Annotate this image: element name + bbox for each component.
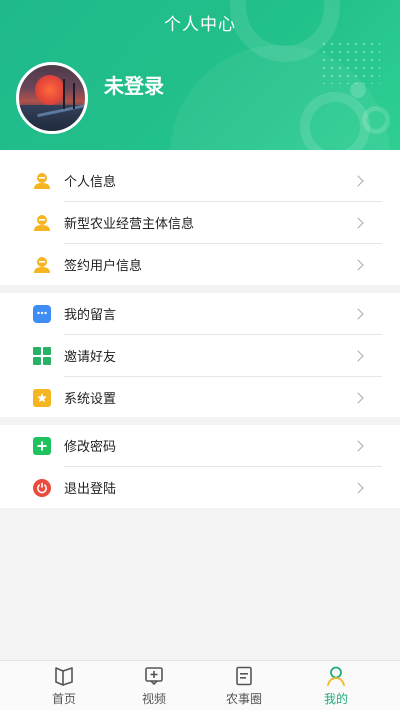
bottom-nav: 首页 视频 农事圈 我的: [0, 660, 400, 710]
nav-label: 首页: [51, 692, 76, 706]
nav-label: 农事圈: [225, 692, 262, 706]
menu-item-label: 个人信息: [64, 175, 117, 190]
grid-icon: [33, 346, 51, 365]
menu-item-label: 邀请好友: [64, 350, 117, 365]
avatar[interactable]: [16, 62, 88, 134]
video-icon: [143, 665, 165, 687]
user-icon: [33, 172, 51, 190]
nav-mine[interactable]: 我的: [301, 665, 371, 709]
plus-icon: [33, 436, 51, 455]
menu-item-contracted-user-info[interactable]: 签约用户信息: [0, 244, 400, 285]
menu-item-label: 新型农业经营主体信息: [64, 217, 195, 232]
avatar-pole: [63, 79, 65, 109]
menu-item-label: 退出登陆: [64, 482, 117, 497]
chevron-right-icon: [352, 349, 364, 362]
menu-group-account: 个人信息 新型农业经营主体信息 签约用户信息: [0, 160, 400, 285]
document-icon: [233, 665, 255, 687]
profile-header: 个人中心 未登录: [0, 0, 400, 150]
nav-label: 我的: [323, 692, 348, 706]
header-dot-pattern: [320, 40, 380, 84]
header-decoration: [350, 82, 366, 98]
chevron-right-icon: [352, 481, 364, 494]
avatar-pole: [73, 83, 75, 109]
menu-item-label: 签约用户信息: [64, 259, 143, 274]
user-icon: [33, 214, 51, 232]
menu-item-system-settings[interactable]: 系统设置: [0, 377, 400, 418]
menu-item-label: 系统设置: [64, 392, 117, 407]
username[interactable]: 未登录: [104, 70, 164, 99]
menu-item-label: 修改密码: [64, 440, 117, 455]
nav-video[interactable]: 视频: [119, 665, 189, 709]
chevron-right-icon: [352, 439, 364, 452]
avatar-landscape: [19, 105, 85, 131]
chevron-right-icon: [352, 216, 364, 229]
page-title: 个人中心: [164, 15, 236, 35]
nav-label: 视频: [141, 692, 166, 706]
menu-group-social: 我的留言 邀请好友 系统设置: [0, 293, 400, 417]
chevron-right-icon: [352, 174, 364, 187]
menu-item-change-password[interactable]: 修改密码: [0, 425, 400, 466]
person-icon: [325, 665, 347, 687]
menu-item-agri-entity-info[interactable]: 新型农业经营主体信息: [0, 202, 400, 243]
spacer: [0, 150, 400, 160]
menu-item-label: 我的留言: [64, 308, 117, 323]
menu-item-logout[interactable]: 退出登陆: [0, 467, 400, 508]
book-icon: [53, 665, 75, 687]
star-icon: [33, 388, 51, 407]
menu-group-security: 修改密码 退出登陆: [0, 425, 400, 508]
nav-home[interactable]: 首页: [29, 665, 99, 709]
header-decoration: [362, 106, 390, 134]
chevron-right-icon: [352, 258, 364, 271]
menu-item-personal-info[interactable]: 个人信息: [0, 160, 400, 201]
message-icon: [33, 304, 51, 323]
nav-farming-circle[interactable]: 农事圈: [209, 665, 279, 709]
power-icon: [33, 478, 51, 497]
avatar-sun: [35, 75, 65, 105]
chevron-right-icon: [352, 307, 364, 320]
user-icon: [33, 256, 51, 274]
menu-item-invite-friends[interactable]: 邀请好友: [0, 335, 400, 376]
menu-item-my-messages[interactable]: 我的留言: [0, 293, 400, 334]
chevron-right-icon: [352, 391, 364, 404]
